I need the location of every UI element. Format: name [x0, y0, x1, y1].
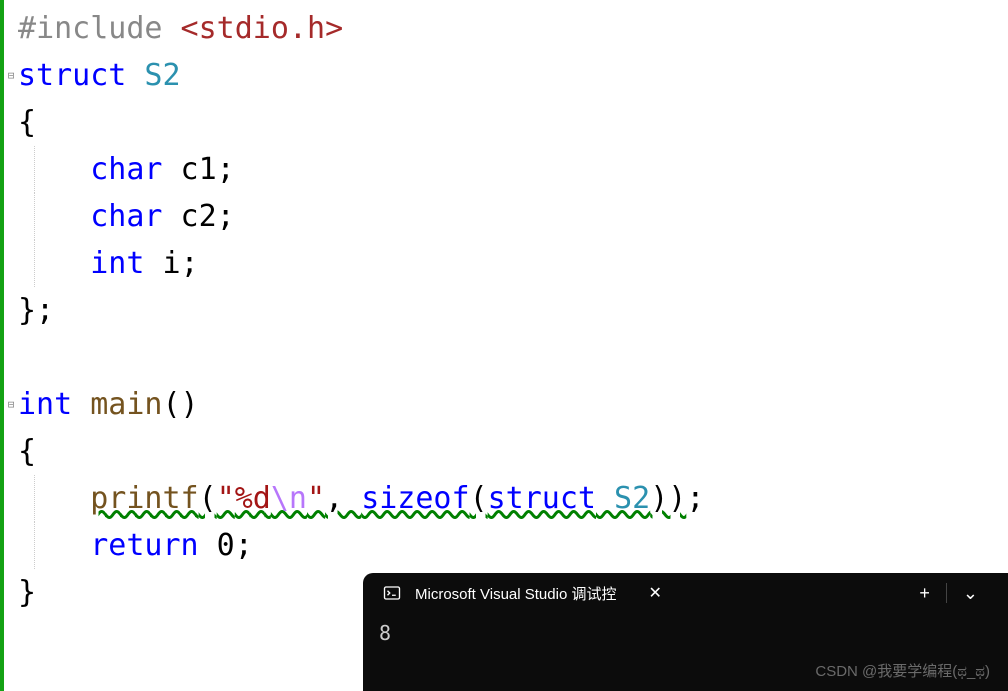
dropdown-button[interactable]: ⌄	[953, 579, 988, 608]
close-tab-button[interactable]: ✕	[640, 579, 669, 607]
semicolon: ;	[235, 528, 253, 563]
code-line: char c1;	[18, 146, 1008, 193]
main-parens: ()	[163, 387, 199, 422]
paren-close: ))	[650, 481, 686, 516]
console-title: Microsoft Visual Studio 调试控	[415, 583, 616, 604]
code-line	[18, 334, 1008, 381]
field-type: int	[90, 246, 144, 281]
paren-open: (	[199, 481, 217, 516]
escape-seq: \n	[271, 481, 307, 516]
field-name: c2;	[163, 199, 235, 234]
include-open: <	[163, 11, 199, 46]
semicolon: ;	[686, 481, 704, 516]
field-name: c1;	[163, 152, 235, 187]
code-line: printf("%d\n", sizeof(struct S2));	[18, 475, 1008, 522]
struct-keyword: struct	[18, 58, 126, 93]
return-value: 0	[199, 528, 235, 563]
new-tab-button[interactable]: +	[909, 579, 940, 608]
close-brace: };	[18, 293, 54, 328]
return-keyword: return	[90, 528, 198, 563]
paren-open: (	[470, 481, 488, 516]
field-type: char	[90, 152, 162, 187]
open-brace: {	[18, 105, 36, 140]
code-line: int i;	[18, 240, 1008, 287]
format-string: %d	[235, 481, 271, 516]
code-line: char c2;	[18, 193, 1008, 240]
code-line: struct S2	[18, 52, 1008, 99]
printf-call: printf	[90, 481, 198, 516]
code-line: {	[18, 428, 1008, 475]
return-type: int	[18, 387, 72, 422]
console-output: 8	[363, 613, 1008, 653]
divider	[946, 583, 947, 603]
field-name: i;	[144, 246, 198, 281]
sizeof-keyword: sizeof	[361, 481, 469, 516]
field-type: char	[90, 199, 162, 234]
watermark: CSDN @我要学编程(ಥ_ಥ)	[815, 660, 990, 681]
close-brace: }	[18, 575, 36, 610]
terminal-icon	[383, 584, 401, 602]
include-file: stdio.h	[199, 11, 325, 46]
code-line: int main()	[18, 381, 1008, 428]
code-line: #include <stdio.h>	[18, 5, 1008, 52]
console-titlebar: Microsoft Visual Studio 调试控 ✕ + ⌄	[363, 573, 1008, 613]
open-brace: {	[18, 434, 36, 469]
main-name: main	[72, 387, 162, 422]
struct-name: S2	[596, 481, 650, 516]
preproc-hash: #	[18, 11, 36, 46]
code-line: };	[18, 287, 1008, 334]
console-tab[interactable]: Microsoft Visual Studio 调试控 ✕	[379, 573, 682, 613]
fold-toggle-main[interactable]: ⊟	[4, 381, 18, 428]
fold-gutter: ⊟ ⊟	[4, 0, 18, 691]
console-controls: + ⌄	[909, 579, 1008, 608]
code-line: return 0;	[18, 522, 1008, 569]
preproc-include: include	[36, 11, 162, 46]
include-close: >	[325, 11, 343, 46]
fold-toggle-struct[interactable]: ⊟	[4, 52, 18, 99]
string-quote: "	[217, 481, 235, 516]
struct-keyword: struct	[488, 481, 596, 516]
struct-name: S2	[126, 58, 180, 93]
string-quote: "	[307, 481, 325, 516]
comma: ,	[325, 481, 361, 516]
code-line: {	[18, 99, 1008, 146]
